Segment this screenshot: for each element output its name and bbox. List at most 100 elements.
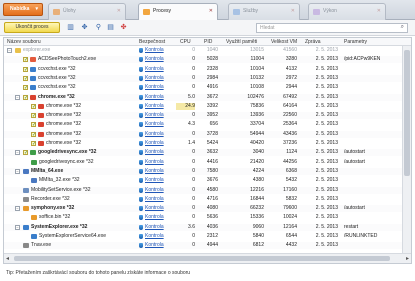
- column-header-cpu[interactable]: CPU: [180, 38, 191, 46]
- tab-services[interactable]: Služby ✕: [228, 3, 300, 20]
- search-icon[interactable]: ⚲: [94, 23, 103, 32]
- security-link[interactable]: Kontrola: [145, 84, 164, 91]
- tip-text: Tip: Přetažením zaškrtávácí souboru do t…: [6, 270, 191, 276]
- table-row[interactable]: − MMIta_64.exe Kontrola 0 7580 4224 6368 2. 5. …: [4, 167, 402, 175]
- security-link[interactable]: Kontrola: [145, 205, 164, 212]
- security-link[interactable]: Kontrola: [145, 233, 164, 240]
- params-value: [344, 131, 400, 138]
- table-row[interactable]: ✓ chrome.exe *32 Kontrola 0 3728 54944 43436 2.…: [4, 130, 402, 138]
- table-row[interactable]: MMIta_32.exe *32 Kontrola 0 3676 4380 5432 2. …: [4, 177, 402, 184]
- table-row[interactable]: SystemExplorerService64.exe Kontrola 0 2312…: [4, 233, 402, 240]
- close-icon[interactable]: ✕: [291, 4, 295, 19]
- end-process-button[interactable]: Ukončit proces: [4, 22, 60, 33]
- security-link[interactable]: Kontrola: [145, 131, 164, 138]
- collapse-toggle-icon[interactable]: −: [15, 150, 20, 156]
- scroll-left-icon[interactable]: ◂: [6, 255, 9, 262]
- column-header-pid[interactable]: PID: [204, 38, 212, 46]
- collapse-toggle-icon[interactable]: −: [15, 206, 20, 212]
- security-link[interactable]: Kontrola: [145, 196, 164, 203]
- table-row[interactable]: ✓ chrome.exe *32 Kontrola 24.9 3392 75836 6416…: [4, 102, 402, 110]
- table-row[interactable]: ✓ chrome.exe *32 Kontrola 1.4 5424 40420 37236…: [4, 140, 402, 147]
- chart-icon[interactable]: ▥: [66, 23, 75, 32]
- security-link[interactable]: Kontrola: [145, 187, 164, 194]
- table-row[interactable]: Tnav.exe Kontrola 0 4944 6812 4432 2. 5. 2013: [4, 242, 402, 250]
- tab-processes[interactable]: Procesy ✕: [138, 3, 218, 21]
- security-link[interactable]: Kontrola: [145, 103, 164, 110]
- column-header-vm[interactable]: Velikost VM: [271, 38, 297, 46]
- column-header-security[interactable]: Bezpečnost: [139, 38, 165, 46]
- table-row[interactable]: googledrivesync.exe *32 Kontrola 0 4416 2142…: [4, 159, 402, 166]
- security-link[interactable]: Kontrola: [145, 214, 164, 221]
- tab-performance[interactable]: Výkon ✕: [308, 3, 386, 20]
- table-row[interactable]: soffice.bin *32 Kontrola 0 5636 15336 10024 2.…: [4, 214, 402, 221]
- security-link[interactable]: Kontrola: [145, 159, 164, 166]
- security-link[interactable]: Kontrola: [145, 242, 164, 249]
- process-name: chrome.exe *32: [46, 112, 82, 119]
- horizontal-scrollbar[interactable]: ◂ ▸: [4, 253, 411, 263]
- scroll-right-icon[interactable]: ▸: [406, 255, 409, 262]
- security-link[interactable]: Kontrola: [145, 140, 164, 147]
- security-link[interactable]: Kontrola: [145, 224, 164, 231]
- vm-value: 6368: [285, 167, 297, 174]
- column-header-name[interactable]: Název souboru: [7, 38, 41, 46]
- column-header-params[interactable]: Parametry: [344, 38, 367, 46]
- pid-value: 5424: [206, 140, 218, 146]
- table-row[interactable]: ✓ chrome.exe *32 Kontrola 4.3 656 33704 25364 2…: [4, 121, 402, 128]
- process-name: Recorder.exe *32: [31, 195, 70, 202]
- columns-icon[interactable]: ▤: [106, 23, 115, 32]
- process-name: googledrivesync.exe *32: [38, 149, 97, 156]
- collapse-toggle-icon[interactable]: −: [15, 224, 20, 230]
- security-link[interactable]: Kontrola: [145, 47, 164, 54]
- main-menu-button[interactable]: Nabídka ▾: [3, 3, 43, 16]
- security-link[interactable]: Kontrola: [145, 121, 164, 128]
- table-row[interactable]: ✓ ccvxchst.exe *32 Kontrola 0 2328 10104 4132 2…: [4, 66, 402, 73]
- close-icon[interactable]: ✕: [377, 4, 381, 19]
- table-row[interactable]: ✓ ccvxchst.exe *32 Kontrola 0 2984 10132 2972 2…: [4, 74, 402, 82]
- process-name: SystemExplorerService64.exe: [39, 233, 106, 239]
- table-row[interactable]: − symphony.exe *32 Kontrola 0 4080 66232 79600…: [4, 205, 402, 213]
- date-value: 2. 5. 2013: [315, 186, 338, 193]
- table-row[interactable]: MobilitySetService.exe *32 Kontrola 0 4580 1…: [4, 186, 402, 194]
- table-row[interactable]: − SystemExplorer.exe *32 Kontrola 3.6 4036 90…: [4, 223, 402, 231]
- pid-value: 5636: [206, 214, 218, 221]
- security-link[interactable]: Kontrola: [145, 177, 164, 184]
- table-row[interactable]: − ✓ googledrivesync.exe *32 Kontrola 0 3632 30…: [4, 149, 402, 157]
- cpu-value: 0: [192, 195, 195, 202]
- table-row[interactable]: ✓ chrome.exe *32 Kontrola 0 3952 13936 22560 2.…: [4, 112, 402, 120]
- target-icon[interactable]: ✤: [119, 23, 128, 32]
- table-row[interactable]: ✓ ACDSeePhotoTouch2.exe Kontrola 0 5028 11004…: [4, 56, 402, 64]
- horizontal-scroll-thumb[interactable]: [14, 256, 390, 261]
- close-icon[interactable]: ✕: [209, 4, 213, 19]
- security-link[interactable]: Kontrola: [145, 168, 164, 175]
- table-row[interactable]: Recorder.exe *32 Kontrola 0 4716 16844 5832 2.…: [4, 196, 402, 203]
- services-icon: [233, 9, 240, 15]
- table-row[interactable]: − ✓ chrome.exe *32 Kontrola 5.0 3672 102476 674…: [4, 93, 402, 101]
- process-name: SystemExplorer.exe *32: [31, 223, 88, 230]
- date-value: 2. 5. 2013: [315, 177, 338, 184]
- shield-icon: [139, 141, 143, 146]
- security-link[interactable]: Kontrola: [145, 94, 164, 101]
- tab-tasks[interactable]: Úlohy ✕: [48, 3, 126, 20]
- security-link[interactable]: Kontrola: [145, 149, 164, 156]
- column-header-date[interactable]: Zpráva: [305, 38, 321, 46]
- checkmark-icon: ✓: [31, 131, 37, 138]
- security-link[interactable]: Kontrola: [145, 56, 164, 63]
- vertical-scroll-thumb[interactable]: [404, 50, 410, 176]
- table-row[interactable]: ✓ ccvxchst.exe *32 Kontrola 0 4916 10108 2944 2…: [4, 84, 402, 91]
- pid-value: 4580: [206, 186, 218, 193]
- process-name: chrome.exe *32: [38, 93, 75, 100]
- collapse-toggle-icon[interactable]: −: [7, 48, 12, 53]
- tools-icon[interactable]: ✥: [80, 23, 89, 32]
- table-row[interactable]: − explorer.exe Kontrola 0 1040 13015 41560 2. 5…: [4, 47, 402, 54]
- close-icon[interactable]: ✕: [117, 4, 121, 19]
- security-link[interactable]: Kontrola: [145, 112, 164, 119]
- shield-icon: [139, 243, 143, 249]
- filter-input[interactable]: Hledat ⌕: [256, 23, 408, 33]
- date-value: 2. 5. 2013: [315, 102, 338, 109]
- security-link[interactable]: Kontrola: [145, 75, 164, 82]
- security-link[interactable]: Kontrola: [145, 66, 164, 73]
- collapse-toggle-icon[interactable]: −: [15, 168, 20, 174]
- column-header-memory[interactable]: Využití paměti: [226, 38, 257, 46]
- collapse-toggle-icon[interactable]: −: [15, 94, 20, 100]
- vertical-scrollbar[interactable]: [402, 46, 411, 254]
